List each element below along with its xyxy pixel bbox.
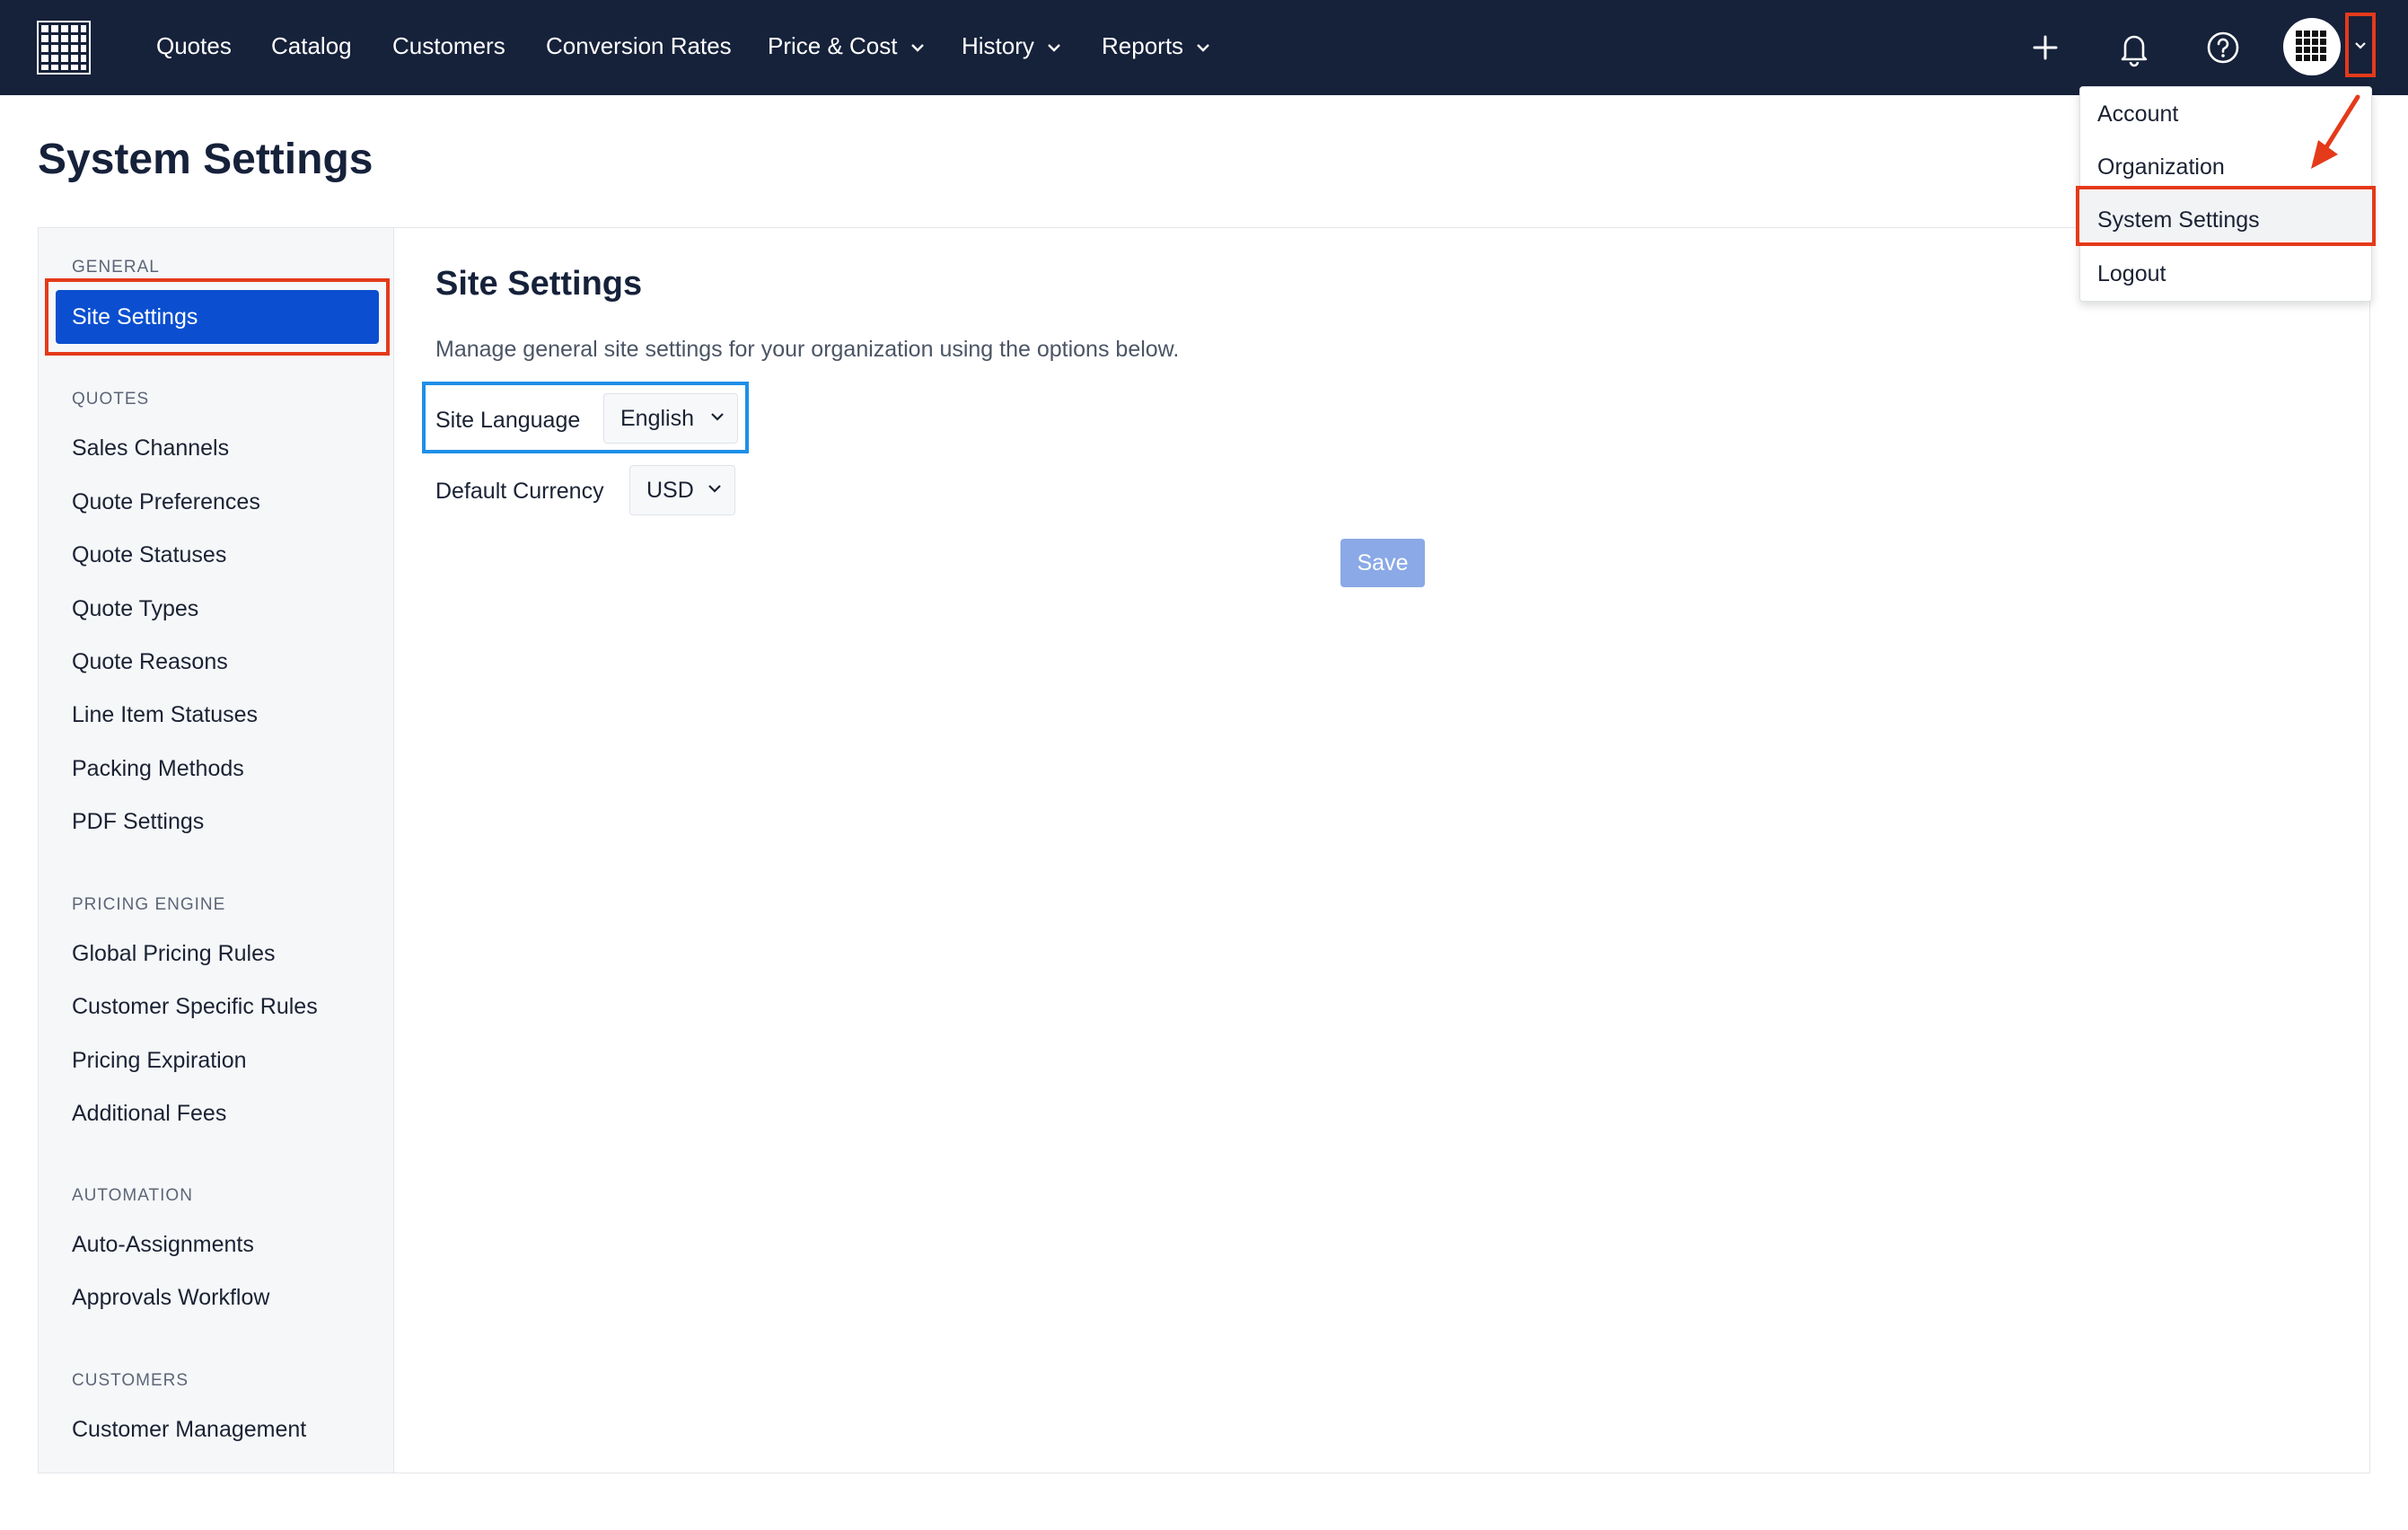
bell-icon[interactable] (2109, 22, 2159, 73)
annotation-red-box-menu (2076, 186, 2376, 246)
annotation-red-box-sidebar (45, 278, 390, 356)
sidebar-section-pricing-engine: PRICING ENGINE (72, 895, 226, 914)
sidebar-item-approvals-workflow[interactable]: Approvals Workflow (72, 1285, 269, 1311)
app-logo[interactable] (36, 20, 92, 75)
help-icon[interactable] (2198, 22, 2248, 73)
sidebar-item-pricing-expiration[interactable]: Pricing Expiration (72, 1048, 247, 1074)
sidebar-item-quote-preferences[interactable]: Quote Preferences (72, 489, 260, 515)
default-currency-label: Default Currency (435, 479, 604, 504)
sidebar-item-quote-statuses[interactable]: Quote Statuses (72, 542, 226, 568)
plus-icon[interactable] (2020, 22, 2070, 73)
sidebar-section-general: GENERAL (72, 258, 160, 277)
sidebar-section-customers: CUSTOMERS (72, 1371, 189, 1390)
menu-item-organization[interactable]: Organization (2097, 154, 2225, 180)
annotation-blue-box-language (422, 382, 749, 453)
nav-history[interactable]: History (962, 0, 1061, 95)
default-currency-select[interactable]: USD (629, 465, 735, 515)
annotation-arrow-icon (2311, 94, 2360, 169)
section-title: Site Settings (435, 265, 643, 303)
sidebar-item-packing-methods[interactable]: Packing Methods (72, 756, 244, 782)
nav-customers[interactable]: Customers (392, 0, 505, 95)
nav-quotes[interactable]: Quotes (156, 0, 232, 95)
menu-item-account[interactable]: Account (2097, 101, 2178, 128)
sidebar-item-pdf-settings[interactable]: PDF Settings (72, 809, 204, 835)
sidebar-item-quote-types[interactable]: Quote Types (72, 596, 198, 622)
sidebar-item-global-pricing-rules[interactable]: Global Pricing Rules (72, 941, 276, 967)
avatar[interactable] (2283, 18, 2341, 75)
sidebar-item-customer-management[interactable]: Customer Management (72, 1417, 306, 1443)
grid-logo-icon (2296, 31, 2326, 61)
chevron-down-icon (910, 44, 924, 52)
nav-price-cost[interactable]: Price & Cost (768, 0, 925, 95)
chevron-down-icon (708, 485, 721, 493)
sidebar-section-quotes: QUOTES (72, 390, 150, 409)
sidebar-item-customer-specific-rules[interactable]: Customer Specific Rules (72, 994, 318, 1020)
page-title: System Settings (38, 136, 374, 183)
user-menu-toggle[interactable] (2345, 13, 2376, 77)
chevron-down-icon (1048, 44, 1060, 52)
save-button[interactable]: Save (1340, 539, 1425, 587)
menu-item-logout[interactable]: Logout (2097, 261, 2166, 287)
sidebar-item-line-item-statuses[interactable]: Line Item Statuses (72, 702, 258, 728)
sidebar-item-quote-reasons[interactable]: Quote Reasons (72, 649, 228, 675)
sidebar-item-sales-channels[interactable]: Sales Channels (72, 435, 229, 462)
chevron-down-icon (2355, 42, 2366, 49)
sidebar-section-automation: AUTOMATION (72, 1186, 193, 1205)
nav-catalog[interactable]: Catalog (271, 0, 352, 95)
nav-conversion-rates[interactable]: Conversion Rates (546, 0, 732, 95)
chevron-down-icon (1197, 44, 1209, 52)
section-description: Manage general site settings for your or… (435, 337, 1180, 362)
sidebar-item-auto-assignments[interactable]: Auto-Assignments (72, 1232, 254, 1258)
sidebar-item-additional-fees[interactable]: Additional Fees (72, 1101, 226, 1127)
nav-reports[interactable]: Reports (1102, 0, 1210, 95)
